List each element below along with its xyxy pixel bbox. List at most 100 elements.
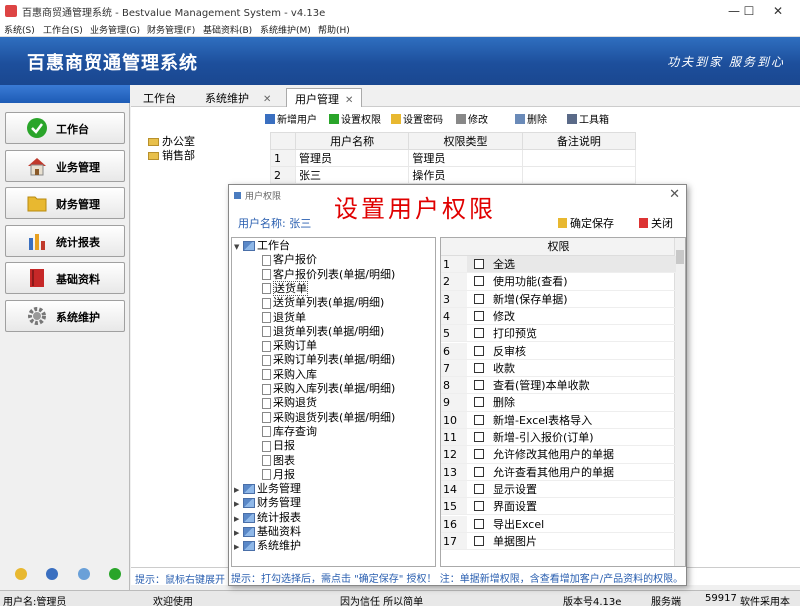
tree-node[interactable]: 采购订单	[262, 339, 317, 353]
nav-maintenance-button[interactable]: 系统维护	[5, 300, 125, 332]
tree-node-workbench[interactable]: ▼ 工作台	[234, 239, 290, 253]
scroll-thumb[interactable]	[676, 250, 684, 264]
permission-row[interactable]: 3 新增(保存单据)	[441, 290, 676, 308]
expand-icon[interactable]: ▶	[234, 512, 243, 526]
tree-node[interactable]: 客户报价	[262, 253, 317, 267]
tree-node[interactable]: 退货单列表(单据/明细)	[262, 325, 384, 339]
permission-checkbox[interactable]	[474, 432, 484, 442]
permission-checkbox[interactable]	[474, 397, 484, 408]
tree-node[interactable]: 采购退货列表(单据/明细)	[262, 411, 395, 425]
tab-close-icon[interactable]: ✕	[345, 95, 353, 106]
permission-row[interactable]: 4 修改	[441, 307, 676, 326]
permission-row[interactable]: 13 允许查看其他用户的单据	[441, 463, 676, 481]
expand-icon[interactable]: ▶	[234, 483, 243, 497]
tab-close-icon[interactable]: ✕	[263, 94, 271, 105]
tree-node-reports[interactable]: ▶ 统计报表	[234, 511, 301, 525]
calculator-icon[interactable]	[78, 568, 90, 580]
tree-node-basic-data[interactable]: ▶ 基础资料	[234, 525, 301, 539]
set-password-button[interactable]: 设置密码	[391, 111, 443, 126]
permission-checkbox[interactable]	[474, 518, 484, 529]
confirm-save-button[interactable]: 确定保存	[558, 215, 614, 231]
permission-row[interactable]: 12 允许修改其他用户的单据	[441, 446, 676, 464]
permission-checkbox[interactable]	[474, 414, 484, 425]
tree-node[interactable]: 图表	[262, 454, 295, 468]
permission-row[interactable]: 11 新增-引入报价(订单)	[441, 429, 676, 447]
permission-row[interactable]: 1 全选	[441, 256, 676, 274]
col-permission-type[interactable]: 权限类型	[408, 132, 523, 150]
table-row[interactable]: 1 管理员 管理员	[270, 149, 637, 167]
dialog-close-x[interactable]: ✕	[669, 187, 680, 202]
permission-row[interactable]: 6 反审核	[441, 342, 676, 360]
permission-checkbox[interactable]	[474, 328, 484, 339]
tree-node[interactable]: 采购入库列表(单据/明细)	[262, 382, 395, 396]
permission-row[interactable]: 14 显示设置	[441, 480, 676, 499]
add-user-button[interactable]: 新增用户	[265, 111, 317, 126]
exit-icon[interactable]	[109, 568, 121, 580]
tree-node[interactable]: 客户报价列表(单据/明细)	[262, 268, 395, 282]
set-permission-button[interactable]: 设置权限	[329, 111, 381, 126]
menu-help[interactable]: 帮助(H)	[318, 23, 350, 36]
permission-row[interactable]: 10 新增-Excel表格导入	[441, 411, 676, 429]
expand-icon[interactable]: ▶	[234, 497, 243, 511]
permission-checkbox[interactable]	[474, 362, 484, 373]
nav-basic-data-button[interactable]: 基础资料	[5, 262, 125, 294]
permission-row[interactable]: 2 使用功能(查看)	[441, 273, 676, 291]
nav-reports-button[interactable]: 统计报表	[5, 225, 125, 257]
permission-checkbox[interactable]	[474, 466, 484, 477]
permission-row[interactable]: 7 收款	[441, 359, 676, 378]
permission-checkbox[interactable]	[474, 380, 484, 391]
tab-user-management[interactable]: 用户管理 ✕	[286, 88, 363, 107]
permission-checkbox[interactable]	[474, 310, 484, 321]
nav-workbench-button[interactable]: 工作台	[5, 112, 125, 144]
dept-sales[interactable]: 销售部	[148, 147, 195, 163]
permission-checkbox[interactable]	[474, 259, 484, 269]
tree-node[interactable]: 退货单	[262, 311, 306, 325]
tree-node-finance[interactable]: ▶ 财务管理	[234, 496, 301, 510]
permission-row[interactable]: 8 查看(管理)本单收款	[441, 377, 676, 395]
tree-node[interactable]: 送货单列表(单据/明细)	[262, 296, 384, 310]
permission-checkbox[interactable]	[474, 535, 484, 546]
tree-node-selected[interactable]: 送货单	[262, 280, 308, 296]
permission-checkbox[interactable]	[474, 483, 484, 494]
menu-business[interactable]: 业务管理(G)	[90, 23, 140, 36]
expand-icon[interactable]: ▶	[234, 540, 243, 554]
menu-maintenance[interactable]: 系统维护(M)	[260, 23, 311, 36]
toolbox-button[interactable]: 工具箱	[567, 111, 609, 126]
col-note[interactable]: 备注说明	[521, 132, 637, 150]
permission-row[interactable]: 17 单据图片	[441, 532, 676, 551]
tree-node[interactable]: 月报	[262, 468, 295, 482]
tree-node[interactable]: 采购订单列表(单据/明细)	[262, 353, 395, 367]
close-button[interactable]: ✕	[756, 0, 800, 22]
permission-row[interactable]: 5 打印预览	[441, 325, 676, 343]
lock-icon[interactable]	[15, 568, 27, 580]
menu-basic-data[interactable]: 基础资料(B)	[203, 23, 252, 36]
permission-checkbox[interactable]	[474, 449, 484, 460]
menu-system[interactable]: 系统(S)	[4, 23, 35, 36]
tree-node[interactable]: 采购退货	[262, 396, 317, 410]
tree-node-business[interactable]: ▶ 业务管理	[234, 482, 301, 496]
collapse-icon[interactable]: ▼	[234, 240, 243, 254]
tab-workbench[interactable]: 工作台	[135, 88, 184, 107]
tree-node[interactable]: 日报	[262, 439, 295, 453]
nav-finance-button[interactable]: 财务管理	[5, 187, 125, 219]
permission-row[interactable]: 15 界面设置	[441, 498, 676, 516]
tab-system-maintenance[interactable]: 系统维护 ✕	[197, 88, 279, 107]
permission-checkbox[interactable]	[474, 345, 484, 356]
tree-node[interactable]: 采购入库	[262, 368, 317, 382]
permission-row[interactable]: 16 导出Excel	[441, 515, 676, 533]
tree-node-maintenance[interactable]: ▶ 系统维护	[234, 539, 301, 553]
table-row[interactable]: 2 张三 操作员	[270, 166, 637, 184]
dialog-close-button[interactable]: 关闭	[639, 215, 673, 231]
col-username[interactable]: 用户名称	[294, 132, 410, 150]
permission-checkbox[interactable]	[474, 501, 484, 512]
edit-button[interactable]: 修改	[456, 111, 488, 126]
tree-node[interactable]: 库存查询	[262, 425, 317, 439]
clock-icon[interactable]	[46, 568, 58, 580]
permission-row[interactable]: 9 删除	[441, 394, 676, 412]
delete-button[interactable]: 删除	[515, 111, 547, 126]
expand-icon[interactable]: ▶	[234, 526, 243, 540]
menu-finance[interactable]: 财务管理(F)	[147, 23, 195, 36]
permission-checkbox[interactable]	[474, 276, 484, 287]
nav-business-button[interactable]: 业务管理	[5, 150, 125, 182]
permission-checkbox[interactable]	[474, 293, 484, 304]
